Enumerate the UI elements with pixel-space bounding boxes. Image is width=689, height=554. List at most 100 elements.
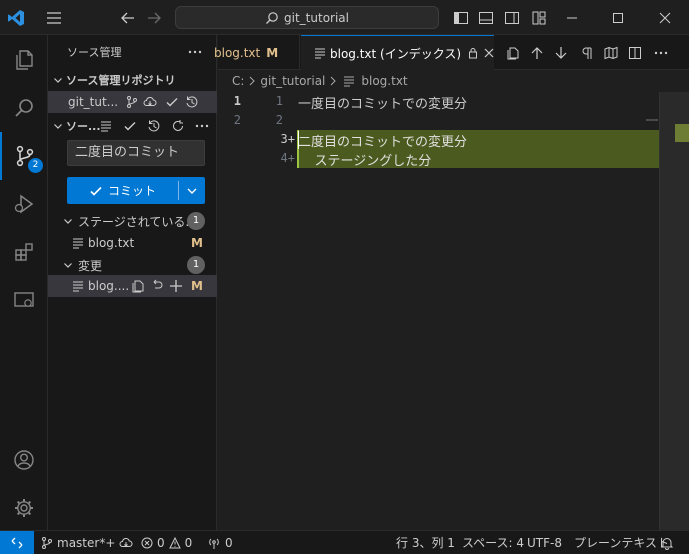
cursor-position[interactable]: 行 3、列 1: [396, 531, 455, 554]
problems-status[interactable]: 0 0: [141, 531, 192, 554]
sync-cloud-icon[interactable]: [119, 536, 133, 550]
changed-file-status: M: [191, 279, 203, 293]
overview-ruler-added-marker: [675, 124, 689, 142]
more-actions-icon[interactable]: [194, 118, 210, 134]
modified-line-number: 2: [275, 113, 283, 127]
maximize-icon[interactable]: [608, 8, 628, 28]
branch-icon: [41, 536, 53, 550]
history-icon[interactable]: [146, 118, 162, 134]
tab-label: blog.txt (インデックス): [330, 46, 462, 61]
text-file-icon: [341, 73, 357, 89]
text-cursor: [298, 131, 299, 149]
tab-blog-working[interactable]: blog.txt M: [214, 35, 300, 70]
repositories-section-header[interactable]: ソース管理リポジトリ: [48, 69, 217, 91]
language-mode[interactable]: プレーンテキスト: [574, 531, 669, 554]
notifications-bell-icon[interactable]: [660, 531, 674, 554]
close-window-icon[interactable]: [655, 8, 675, 28]
customize-layout-icon[interactable]: [529, 8, 549, 28]
menu-icon[interactable]: [44, 8, 64, 28]
chevron-down-icon: [50, 72, 66, 88]
changes-label: 変更: [78, 258, 103, 273]
commit-check-icon[interactable]: [164, 94, 180, 110]
broadcast-icon: [207, 536, 221, 550]
commit-button[interactable]: コミット: [67, 177, 205, 204]
source-control-badge: 2: [28, 158, 43, 173]
text-file-icon: [314, 45, 326, 61]
open-file-icon[interactable]: [130, 278, 146, 294]
changes-header-label: ソー...: [66, 120, 101, 133]
warning-icon: [168, 536, 181, 549]
repository-row[interactable]: git_tut...: [48, 91, 217, 113]
search-view-icon[interactable]: [0, 84, 48, 132]
error-count: 0: [157, 535, 165, 550]
chevron-right-icon: [248, 76, 256, 86]
tab-blog-index[interactable]: blog.txt (インデックス): [301, 35, 494, 70]
tab-modified-status: M: [266, 45, 279, 60]
scroll-indicator: [646, 119, 658, 121]
forward-arrow-icon[interactable]: [144, 8, 164, 28]
history-icon[interactable]: [184, 94, 200, 110]
more-actions-icon[interactable]: [653, 45, 669, 61]
overview-ruler[interactable]: [659, 92, 689, 530]
activity-bar: 2: [0, 35, 48, 530]
pilcrow-whitespace-icon[interactable]: [579, 45, 595, 61]
sidebar-title-text: ソース管理: [67, 46, 122, 59]
modified-line-number: 3+: [280, 132, 295, 146]
stage-changes-plus-icon[interactable]: [168, 278, 184, 294]
chevron-down-icon: [50, 118, 66, 134]
open-file-icon[interactable]: [505, 45, 521, 61]
toggle-primary-sidebar-icon[interactable]: [451, 8, 471, 28]
discard-changes-icon[interactable]: [149, 278, 165, 294]
close-tab-icon[interactable]: [483, 45, 494, 61]
code-line: 一度目のコミットでの変更分: [298, 97, 468, 112]
manage-gear-icon[interactable]: [0, 484, 48, 532]
toggle-secondary-sidebar-icon[interactable]: [502, 8, 522, 28]
repository-name: git_tut...: [68, 95, 119, 109]
staged-changes-label: ステージされている...: [78, 214, 197, 229]
next-change-arrow-down-icon[interactable]: [553, 45, 569, 61]
breadcrumb-drive[interactable]: C:: [232, 74, 244, 88]
sync-cloud-icon[interactable]: [142, 94, 158, 110]
staged-file-name: blog.txt: [88, 236, 135, 250]
split-editor-icon[interactable]: [627, 45, 643, 61]
previous-change-arrow-up-icon[interactable]: [529, 45, 545, 61]
remote-indicator[interactable]: [0, 531, 34, 554]
extensions-icon[interactable]: [0, 228, 48, 276]
editor-tab-bar: blog.txt M blog.txt (インデックス): [214, 35, 689, 70]
branch-icon[interactable]: [124, 94, 140, 110]
remote-explorer-icon[interactable]: [0, 276, 48, 324]
vscode-logo-icon: [6, 8, 26, 28]
indentation-status[interactable]: スペース: 4: [462, 531, 524, 554]
tab-label: blog.txt: [214, 45, 261, 60]
breadcrumb: C: git_tutorial blog.txt: [218, 70, 689, 92]
chevron-down-icon: [60, 257, 76, 273]
toggle-panel-icon[interactable]: [476, 8, 496, 28]
modified-line-number: 1: [275, 94, 283, 108]
view-as-tree-icon[interactable]: [98, 118, 114, 134]
minimize-icon[interactable]: [562, 8, 582, 28]
map-icon[interactable]: [603, 45, 619, 61]
staged-count-badge: 1: [187, 212, 205, 230]
account-icon[interactable]: [0, 436, 48, 484]
breadcrumb-file[interactable]: blog.txt: [361, 74, 407, 88]
commit-message-input[interactable]: 二度目のコミット: [67, 140, 205, 166]
breadcrumb-folder[interactable]: git_tutorial: [260, 74, 325, 88]
source-control-icon[interactable]: 2: [0, 132, 48, 180]
explorer-icon[interactable]: [0, 36, 48, 84]
more-actions-icon[interactable]: [187, 44, 203, 60]
encoding-status[interactable]: UTF-8: [527, 531, 562, 554]
commit-dropdown-chevron-icon[interactable]: [179, 177, 205, 204]
chevron-right-icon: [329, 76, 337, 86]
commit-check-icon[interactable]: [122, 118, 138, 134]
command-center-search[interactable]: git_tutorial: [175, 6, 439, 29]
code-line: ステージングした分: [298, 154, 432, 169]
commit-button-main[interactable]: コミット: [67, 177, 178, 204]
branch-status[interactable]: master*+: [41, 531, 133, 554]
refresh-icon[interactable]: [170, 118, 186, 134]
changed-file-name: blog....: [88, 279, 130, 293]
diff-editor[interactable]: 1 2 1 2 3+ 4+ 一度目のコミットでの変更分 二度目のコミットでの変更…: [218, 92, 689, 530]
chevron-down-icon: [60, 213, 76, 229]
ports-status[interactable]: 0: [207, 531, 233, 554]
run-debug-icon[interactable]: [0, 180, 48, 228]
back-arrow-icon[interactable]: [118, 8, 138, 28]
